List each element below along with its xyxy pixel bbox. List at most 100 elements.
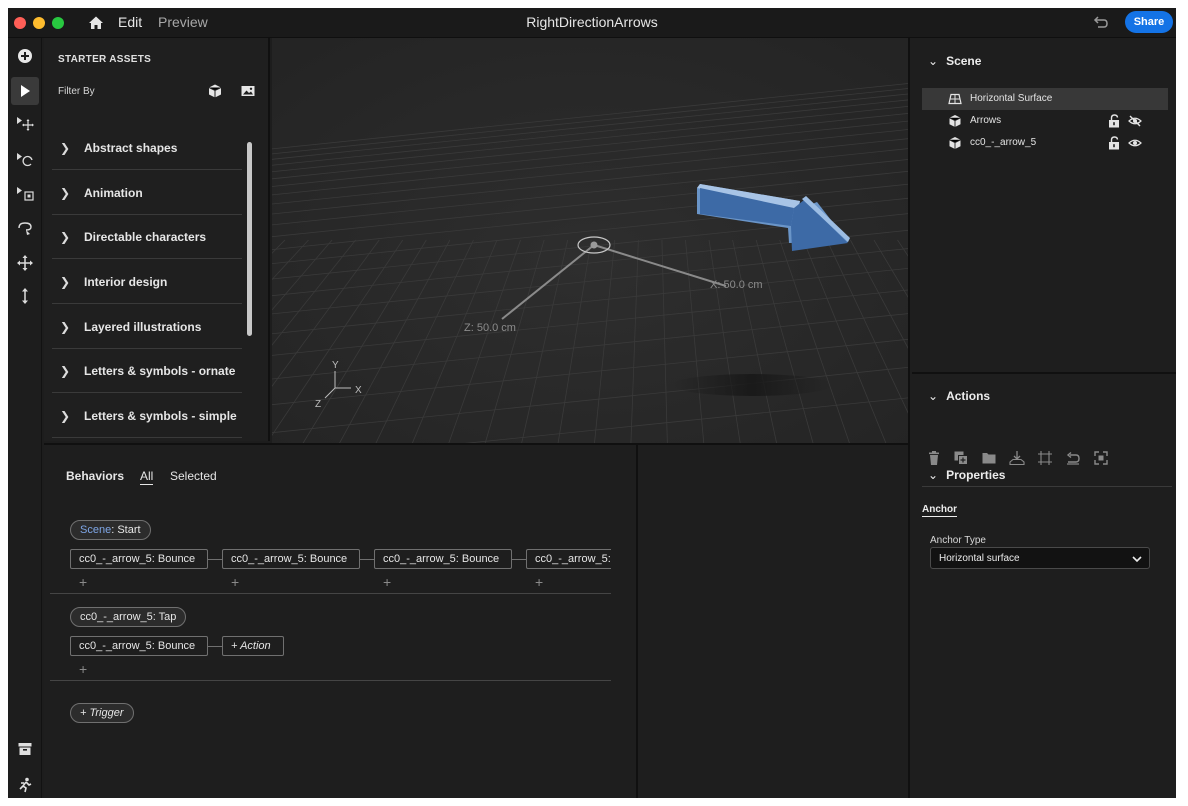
pan-tool[interactable] — [11, 249, 39, 277]
add-trigger-button[interactable]: + Trigger — [70, 703, 134, 723]
tab-all[interactable]: All — [140, 469, 154, 485]
add-action-chip[interactable]: + Action — [222, 636, 284, 656]
category-letters-symbols-ornate[interactable]: ❯ Letters & symbols - ornate — [52, 349, 242, 393]
chevron-right-icon: ❯ — [60, 186, 71, 200]
trigger-arrow-tap[interactable]: cc0_-_arrow_5: Tap — [70, 607, 187, 627]
cube-icon — [949, 137, 961, 149]
gizmo-x-label: X — [355, 385, 362, 396]
action-connector — [512, 559, 526, 560]
edit-mode-tab[interactable]: Edit — [118, 14, 142, 30]
pivot-point[interactable] — [590, 241, 598, 249]
share-button[interactable]: Share — [1125, 11, 1173, 33]
properties-header[interactable]: ⌄ Properties — [928, 468, 1005, 482]
group-icon[interactable] — [981, 450, 997, 466]
scene-header-label: Scene — [946, 54, 982, 68]
reset-icon[interactable] — [1065, 450, 1081, 466]
add-action-button[interactable]: + — [383, 574, 391, 590]
title-bar: Edit Preview RightDirectionArrows Share — [8, 8, 1176, 38]
archive-tool[interactable] — [11, 735, 39, 763]
close-window-button[interactable] — [14, 17, 26, 29]
action-connector — [208, 646, 222, 647]
chevron-right-icon: ❯ — [60, 409, 71, 423]
category-directable-characters[interactable]: ❯ Directable characters — [52, 215, 242, 259]
tool-rail — [8, 38, 42, 798]
behaviors-canvas: Behaviors All Selected Scene: Start cc0_… — [44, 445, 611, 798]
action-chip-bounce-5[interactable]: cc0_-_arrow_5: Bounce — [70, 636, 208, 656]
cube-icon — [949, 115, 961, 127]
action-connector — [208, 559, 222, 560]
dolly-tool[interactable] — [11, 282, 39, 310]
category-letters-symbols-simple[interactable]: ❯ Letters & symbols - simple — [52, 394, 242, 438]
anchor-type-select[interactable]: Horizontal surface — [930, 547, 1150, 569]
lasso-icon — [18, 222, 32, 235]
add-tool[interactable] — [11, 42, 39, 70]
add-action-button[interactable]: + — [231, 574, 239, 590]
behaviors-panel: Behaviors All Selected Scene: Start cc0_… — [44, 443, 636, 798]
scene-item-arrows[interactable]: Arrows — [922, 110, 1168, 132]
category-label: Layered illustrations — [84, 320, 202, 334]
chevron-right-icon: ❯ — [60, 230, 71, 244]
chevron-right-icon: ❯ — [60, 364, 71, 378]
behaviors-title: Behaviors — [66, 469, 125, 483]
unlock-icon[interactable] — [1108, 136, 1120, 150]
chevron-down-icon: ⌄ — [928, 389, 939, 403]
home-icon[interactable] — [86, 13, 106, 33]
category-abstract-shapes[interactable]: ❯ Abstract shapes — [52, 126, 242, 170]
image-filter-icon[interactable] — [240, 83, 256, 99]
action-chip-bounce-1[interactable]: cc0_-_arrow_5: Bounce — [70, 549, 208, 569]
select-tool[interactable] — [11, 77, 39, 105]
category-label: Animation — [84, 186, 143, 200]
zoom-window-button[interactable] — [52, 17, 64, 29]
scene-item-label: Horizontal Surface — [970, 93, 1053, 104]
replace-icon[interactable] — [1093, 450, 1109, 466]
preview-mode-tab[interactable]: Preview — [158, 14, 208, 30]
action-chip-bounce-2[interactable]: cc0_-_arrow_5: Bounce — [222, 549, 360, 569]
cube-filter-icon[interactable] — [207, 83, 223, 99]
chevron-down-icon: ⌄ — [928, 468, 939, 482]
trigger-event-label: : Start — [111, 524, 141, 536]
add-action-button[interactable]: + — [79, 574, 87, 590]
lasso-tool[interactable] — [11, 215, 39, 243]
action-chip-bounce-3[interactable]: cc0_-_arrow_5: Bounce — [374, 549, 512, 569]
run-tool[interactable] — [11, 771, 39, 798]
category-label: Abstract shapes — [84, 141, 178, 155]
move-icon — [17, 117, 34, 131]
scene-item-cc0-arrow-5[interactable]: cc0_-_arrow_5 — [922, 132, 1168, 154]
delete-icon[interactable] — [926, 450, 942, 466]
assets-scrollbar[interactable] — [247, 142, 252, 336]
actions-header[interactable]: ⌄ Actions — [928, 389, 990, 403]
trigger-scene-link[interactable]: Scene — [80, 524, 111, 536]
scale-tool[interactable] — [11, 180, 39, 208]
viewport-canvas[interactable]: Y X Z X: 50.0 cm Z: 50.0 cm — [272, 38, 908, 443]
add-action-button[interactable]: + — [79, 661, 87, 677]
pan-icon — [17, 255, 33, 271]
unlock-icon[interactable] — [1108, 114, 1120, 128]
gizmo-z-label: Z — [315, 399, 321, 410]
minimize-window-button[interactable] — [33, 17, 45, 29]
action-chip-bounce-4[interactable]: cc0_-_arrow_5: Bounce — [526, 549, 611, 569]
eye-icon[interactable] — [1128, 136, 1142, 150]
scene-item-horizontal-surface[interactable]: Horizontal Surface — [922, 88, 1168, 110]
undo-icon[interactable] — [1090, 13, 1110, 33]
tab-selected[interactable]: Selected — [170, 469, 217, 483]
category-animation[interactable]: ❯ Animation — [52, 171, 242, 215]
fit-icon[interactable] — [1037, 450, 1053, 466]
eye-hidden-icon[interactable] — [1128, 114, 1142, 128]
rotate-tool[interactable] — [11, 146, 39, 174]
trigger-scene-start[interactable]: Scene: Start — [70, 520, 151, 540]
actions-header-label: Actions — [946, 389, 991, 403]
duplicate-icon[interactable] — [953, 450, 969, 466]
scene-viewport[interactable]: Y X Z X: 50.0 cm Z: 50.0 cm — [272, 38, 908, 443]
move-tool[interactable] — [11, 110, 39, 138]
add-action-button[interactable]: + — [535, 574, 543, 590]
properties-header-label: Properties — [946, 468, 1006, 482]
place-on-surface-icon[interactable] — [1009, 450, 1025, 466]
tab-anchor[interactable]: Anchor — [922, 504, 957, 517]
category-interior-design[interactable]: ❯ Interior design — [52, 260, 242, 304]
category-layered-illustrations[interactable]: ❯ Layered illustrations — [52, 305, 242, 349]
window-controls — [14, 17, 64, 29]
scale-icon — [17, 187, 34, 201]
chevron-down-icon: ⌄ — [928, 54, 939, 68]
scene-header[interactable]: ⌄ Scene — [928, 54, 981, 68]
chevron-down-icon — [1132, 556, 1142, 563]
